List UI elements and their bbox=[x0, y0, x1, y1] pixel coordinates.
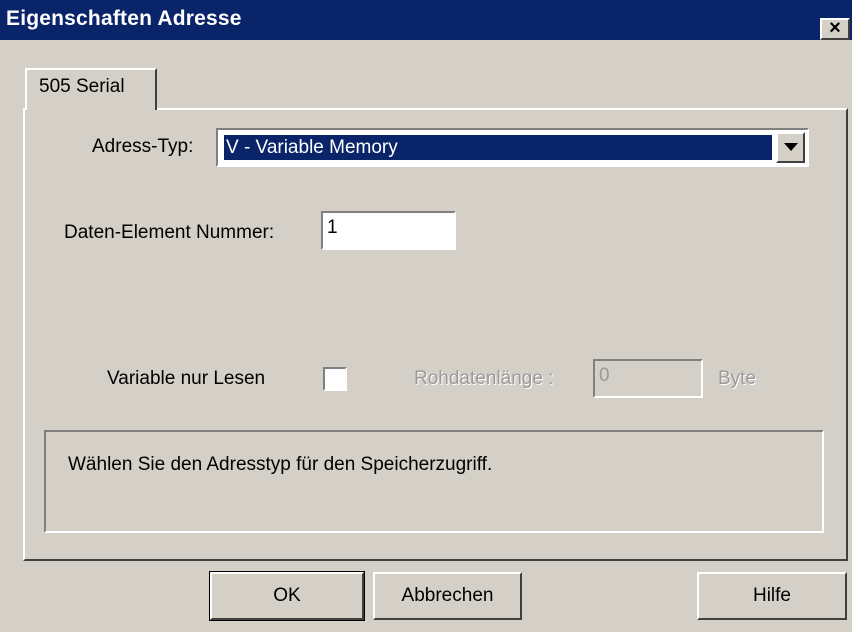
dropdown-button[interactable] bbox=[776, 132, 805, 163]
data-element-value: 1 bbox=[327, 217, 338, 238]
chevron-down-icon bbox=[784, 143, 798, 151]
title-bar: Eigenschaften Adresse × bbox=[0, 0, 852, 40]
raw-length-unit: Byte bbox=[718, 368, 757, 389]
help-button[interactable]: Hilfe bbox=[697, 572, 847, 620]
tab-label: 505 Serial bbox=[39, 76, 125, 97]
read-only-checkbox[interactable] bbox=[323, 367, 347, 391]
address-type-value: V - Variable Memory bbox=[224, 135, 772, 160]
close-button[interactable]: × bbox=[820, 17, 850, 40]
cancel-label: Abbrechen bbox=[401, 585, 494, 606]
properties-dialog: Eigenschaften Adresse × 505 Serial Adres… bbox=[0, 0, 852, 632]
read-only-label: Variable nur Lesen bbox=[107, 368, 266, 389]
address-type-dropdown[interactable]: V - Variable Memory bbox=[216, 128, 809, 167]
info-text: Wählen Sie den Adresstyp für den Speiche… bbox=[68, 454, 493, 475]
ok-button[interactable]: OK bbox=[209, 571, 365, 621]
data-element-input[interactable]: 1 bbox=[321, 211, 456, 250]
raw-length-value: 0 bbox=[599, 365, 610, 386]
raw-length-input[interactable]: 0 bbox=[593, 359, 703, 398]
help-label: Hilfe bbox=[752, 585, 791, 606]
raw-length-label: Rohdatenlänge : bbox=[414, 368, 554, 389]
window-title: Eigenschaften Adresse bbox=[6, 7, 242, 30]
address-type-label: Adress-Typ: bbox=[92, 136, 194, 157]
tab-505-serial[interactable]: 505 Serial bbox=[25, 68, 157, 110]
ok-label: OK bbox=[273, 585, 301, 606]
close-icon: × bbox=[829, 17, 841, 39]
data-element-label: Daten-Element Nummer: bbox=[64, 222, 275, 243]
info-box: Wählen Sie den Adresstyp für den Speiche… bbox=[44, 430, 824, 533]
cancel-button[interactable]: Abbrechen bbox=[373, 572, 522, 620]
